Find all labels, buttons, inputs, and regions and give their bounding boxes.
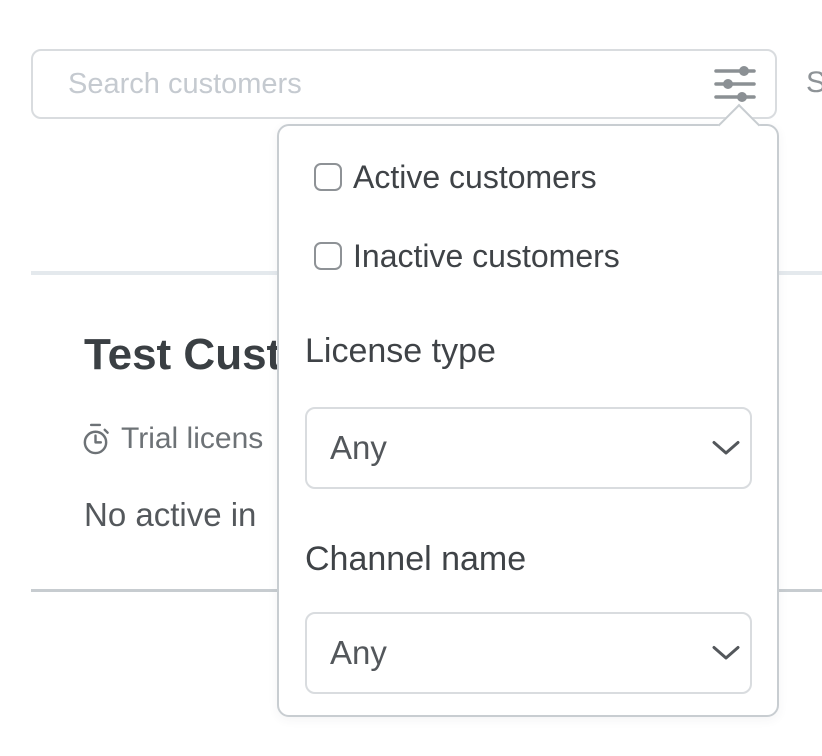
channel-name-label: Channel name — [305, 539, 526, 580]
license-type-select-value: Any — [307, 429, 387, 467]
stopwatch-icon — [80, 422, 111, 456]
channel-name-select[interactable]: Any — [305, 612, 752, 694]
active-customers-checkbox[interactable] — [314, 163, 342, 191]
license-type-select[interactable]: Any — [305, 407, 752, 489]
checkbox-label: Active customers — [353, 159, 597, 196]
channel-name-select-value: Any — [307, 634, 387, 672]
license-text: Trial licens — [121, 422, 263, 456]
chevron-down-icon — [712, 646, 740, 661]
integration-status-text: No active in — [84, 496, 256, 534]
search-input[interactable] — [33, 51, 775, 117]
filter-option-active-customers[interactable]: Active customers — [314, 152, 597, 202]
chevron-down-icon — [712, 441, 740, 456]
sort-label[interactable]: S — [806, 66, 822, 100]
inactive-customers-checkbox[interactable] — [314, 242, 342, 270]
customers-page: S Test Cust Trial licens No active in Ac… — [0, 0, 822, 756]
checkbox-label: Inactive customers — [353, 238, 620, 275]
sliders-icon — [713, 64, 757, 104]
license-type-label: License type — [305, 331, 496, 372]
license-row: Trial licens — [80, 422, 263, 456]
filter-popover: Active customers Inactive customers Lice… — [277, 124, 779, 717]
filter-option-inactive-customers[interactable]: Inactive customers — [314, 231, 620, 281]
customer-name-heading: Test Cust — [84, 330, 281, 380]
filter-button[interactable] — [711, 62, 759, 106]
search-field — [31, 49, 777, 119]
